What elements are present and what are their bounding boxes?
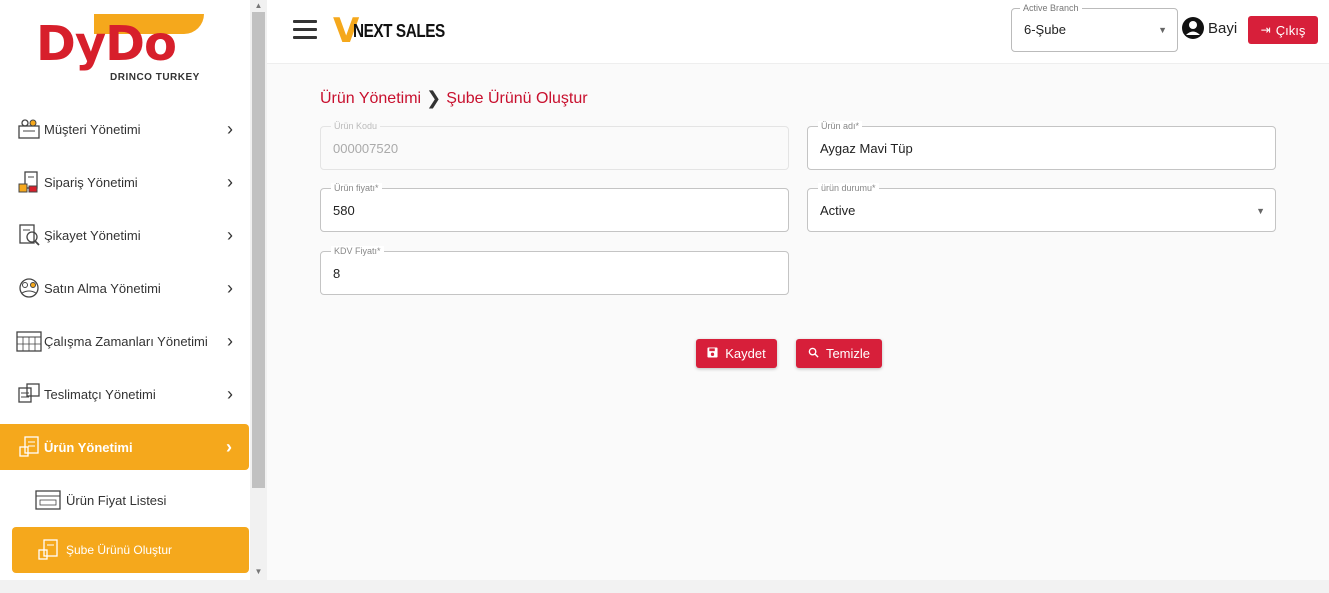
- scroll-up-arrow-icon[interactable]: ▲: [250, 0, 267, 12]
- user-menu[interactable]: Bayi: [1181, 16, 1237, 40]
- calendar-icon: [16, 328, 42, 354]
- app-logo-text: NEXT SALES: [353, 20, 446, 41]
- sidebar-item-label: Teslimatçı Yönetimi: [44, 386, 156, 402]
- sidebar-item-label: Çalışma Zamanları Yönetimi: [44, 333, 208, 349]
- active-branch-value: 6-Şube: [1024, 22, 1066, 37]
- clear-button[interactable]: Temizle: [796, 339, 882, 368]
- sidebar-subitem-price-list[interactable]: Ürün Fiyat Listesi: [12, 477, 249, 523]
- complaint-icon: [16, 222, 42, 248]
- product-price-label: Ürün fiyatı*: [331, 183, 382, 194]
- customers-icon: [16, 116, 42, 142]
- chevron-right-icon: ›: [227, 224, 233, 245]
- kdv-price-label: KDV Fiyatı*: [331, 246, 384, 257]
- chevron-right-icon: ›: [227, 330, 233, 351]
- product-code-field: Ürün Kodu 000007520: [320, 121, 789, 170]
- active-branch-label: Active Branch: [1020, 3, 1082, 13]
- sidebar-subitem-create-branch-product[interactable]: Şube Ürünü Oluştur: [12, 527, 249, 573]
- sidebar-item-customers[interactable]: Müşteri Yönetimi ›: [0, 106, 250, 152]
- breadcrumb: Ürün Yönetimi ❯ Şube Ürünü Oluştur: [320, 88, 588, 109]
- sidebar-scrollbar[interactable]: ▲ ▼: [250, 0, 267, 580]
- clear-button-label: Temizle: [825, 346, 871, 361]
- chevron-right-icon: ›: [227, 383, 233, 404]
- chevron-right-icon: ›: [226, 436, 232, 457]
- breadcrumb-separator-icon: ❯: [426, 88, 442, 108]
- save-button[interactable]: Kaydet: [696, 339, 777, 368]
- bottom-strip: [0, 580, 1329, 593]
- logo-brand: DyDo: [36, 16, 177, 72]
- product-name-label: Ürün adı*: [818, 121, 863, 132]
- product-status-label: ürün durumu*: [818, 183, 879, 194]
- product-icon: [34, 538, 62, 562]
- breadcrumb-current: Şube Ürünü Oluştur: [446, 89, 588, 107]
- sidebar: DyDo DRINCO TURKEY Müşteri Yönetimi › Si…: [0, 0, 250, 580]
- main-content: Ürün Yönetimi ❯ Şube Ürünü Oluştur Ürün …: [267, 64, 1329, 580]
- save-icon: [707, 346, 718, 361]
- product-price-value: 580: [333, 203, 355, 218]
- dropdown-caret-icon: ▼: [1256, 206, 1265, 216]
- delivery-icon: [16, 381, 42, 407]
- sidebar-item-couriers[interactable]: Teslimatçı Yönetimi ›: [0, 371, 250, 417]
- product-status-value: Active: [820, 203, 856, 218]
- search-icon: [808, 347, 819, 361]
- sidebar-item-complaints[interactable]: Şikayet Yönetimi ›: [0, 212, 250, 258]
- logout-icon: ⇥: [1260, 23, 1271, 37]
- kdv-price-value: 8: [333, 266, 341, 281]
- logout-label: Çıkış: [1275, 22, 1306, 38]
- price-list-icon: [34, 488, 62, 512]
- product-name-value: Aygaz Mavi Tüp: [820, 141, 913, 156]
- top-header: V NEXT SALES Active Branch 6-Şube ▼ Bayi…: [267, 0, 1329, 64]
- order-icon: [16, 169, 42, 195]
- dropdown-caret-icon: ▼: [1158, 25, 1167, 35]
- logo-subtitle: DRINCO TURKEY: [110, 72, 200, 83]
- sidebar-subitem-label: Şube Ürünü Oluştur: [66, 543, 173, 557]
- active-branch-select[interactable]: Active Branch 6-Şube ▼: [1011, 3, 1178, 52]
- scroll-down-arrow-icon[interactable]: ▼: [250, 566, 267, 578]
- sidebar-item-purchasing[interactable]: Satın Alma Yönetimi ›: [0, 265, 250, 311]
- product-price-field[interactable]: Ürün fiyatı* 580: [320, 183, 789, 232]
- sidebar-item-label: Şikayet Yönetimi: [44, 227, 141, 243]
- account-circle-icon: [1182, 17, 1204, 39]
- next-sales-logo: V NEXT SALES: [333, 14, 461, 48]
- sidebar-item-products[interactable]: Ürün Yönetimi ›: [0, 424, 249, 470]
- product-code-value: 000007520: [333, 141, 399, 156]
- breadcrumb-parent[interactable]: Ürün Yönetimi: [320, 90, 421, 108]
- user-name: Bayi: [1208, 19, 1238, 37]
- dydo-logo: DyDo DRINCO TURKEY: [30, 12, 210, 90]
- purchase-icon: [16, 275, 42, 301]
- product-status-select[interactable]: ürün durumu* Active ▼: [807, 183, 1276, 232]
- kdv-price-field[interactable]: KDV Fiyatı* 8: [320, 246, 789, 295]
- sidebar-item-work-schedule[interactable]: Çalışma Zamanları Yönetimi ›: [0, 318, 250, 364]
- sidebar-item-label: Müşteri Yönetimi: [44, 121, 141, 137]
- product-icon: [16, 434, 42, 460]
- sidebar-item-label: Satın Alma Yönetimi: [44, 280, 161, 296]
- product-name-field[interactable]: Ürün adı* Aygaz Mavi Tüp: [807, 121, 1276, 170]
- sidebar-item-label: Sipariş Yönetimi: [44, 174, 138, 190]
- save-button-label: Kaydet: [725, 346, 766, 361]
- menu-toggle-icon[interactable]: [293, 20, 317, 40]
- scrollbar-thumb[interactable]: [252, 12, 265, 488]
- chevron-right-icon: ›: [227, 171, 233, 192]
- sidebar-subitem-label: Ürün Fiyat Listesi: [66, 492, 167, 508]
- sidebar-item-label: Ürün Yönetimi: [44, 439, 133, 455]
- logout-button[interactable]: ⇥ Çıkış: [1248, 16, 1318, 44]
- chevron-right-icon: ›: [227, 277, 233, 298]
- product-code-label: Ürün Kodu: [331, 121, 381, 132]
- chevron-right-icon: ›: [227, 118, 233, 139]
- sidebar-item-orders[interactable]: Sipariş Yönetimi ›: [0, 159, 250, 205]
